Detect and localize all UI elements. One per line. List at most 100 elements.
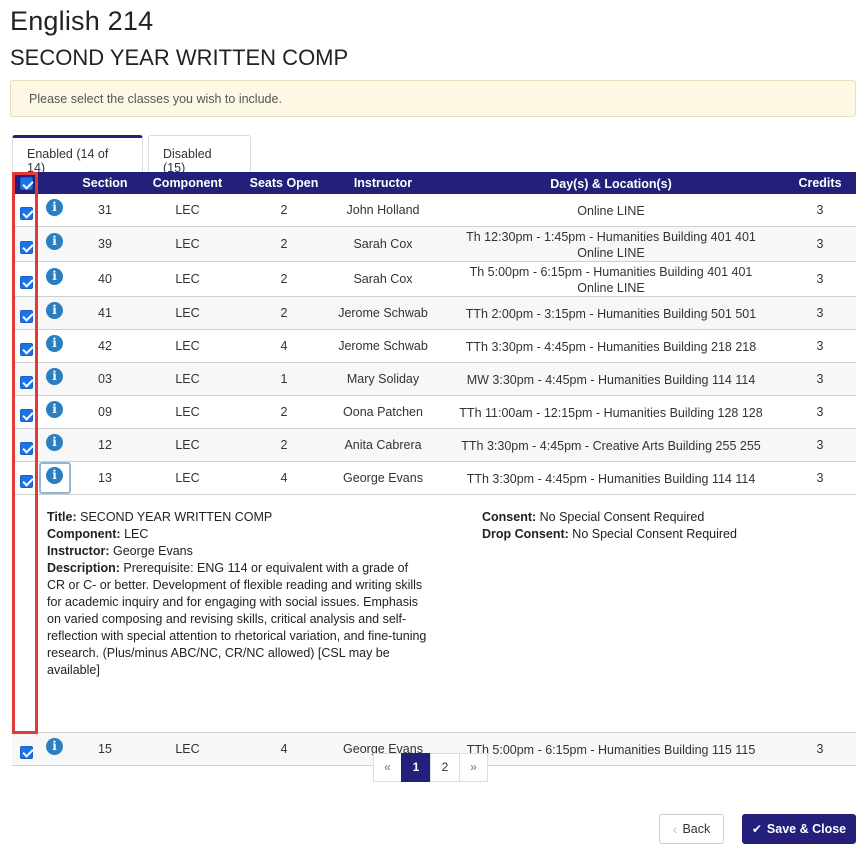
- row-days-locations: TTh 2:00pm - 3:15pm - Humanities Buildin…: [433, 306, 789, 322]
- row-select-checkbox[interactable]: [20, 408, 33, 422]
- row-section: 42: [98, 338, 112, 353]
- row-days-locations: TTh 3:30pm - 4:45pm - Creative Arts Buil…: [433, 438, 789, 454]
- row-section: 31: [98, 202, 112, 217]
- days-location-line: TTh 3:30pm - 4:45pm - Humanities Buildin…: [465, 339, 757, 354]
- detail-left: Title: SECOND YEAR WRITTEN COMP Component…: [47, 509, 427, 679]
- row-instructor: George Evans: [343, 470, 423, 485]
- row-select-checkbox[interactable]: [20, 240, 33, 254]
- header-credits[interactable]: Credits: [789, 176, 851, 190]
- detail-description-label: Description:: [47, 561, 120, 575]
- pagination-page-1[interactable]: 1: [401, 753, 431, 782]
- back-button[interactable]: ‹ Back: [659, 814, 724, 844]
- row-credits: 3: [816, 741, 824, 756]
- tab-disabled[interactable]: Disabled (15): [148, 135, 251, 175]
- pagination-next[interactable]: »: [459, 753, 488, 782]
- row-component: LEC: [175, 202, 200, 217]
- row-select-checkbox[interactable]: [20, 474, 33, 488]
- days-location-line: Online LINE: [577, 245, 645, 260]
- row-select-checkbox[interactable]: [20, 375, 33, 389]
- row-seats-open: 2: [280, 404, 288, 419]
- row-instructor: Sarah Cox: [353, 271, 413, 286]
- row-seats-open: 1: [280, 371, 288, 386]
- pagination: « 1 2 »: [373, 753, 488, 782]
- detail-title-value: SECOND YEAR WRITTEN COMP: [76, 510, 273, 524]
- detail-drop-consent-value: No Special Consent Required: [568, 527, 737, 541]
- row-days-locations: Online LINE: [433, 203, 789, 219]
- row-component: LEC: [175, 271, 200, 286]
- back-button-label: Back: [682, 822, 711, 836]
- info-icon[interactable]: i: [46, 267, 63, 285]
- detail-consent-value: No Special Consent Required: [536, 510, 705, 524]
- info-icon[interactable]: i: [46, 198, 63, 216]
- table-row: i 09 LEC 2 Oona Patchen 3 TTh 11:00am - 12:15p…: [12, 396, 856, 429]
- row-credits: 3: [816, 271, 824, 286]
- row-section: 03: [98, 371, 112, 386]
- row-select-checkbox[interactable]: [20, 342, 33, 356]
- row-select-checkbox[interactable]: [20, 745, 33, 759]
- row-days-locations: TTh 3:30pm - 4:45pm - Humanities Buildin…: [433, 471, 789, 487]
- info-icon[interactable]: i: [46, 400, 63, 418]
- save-close-button[interactable]: ✔ Save & Close: [742, 814, 856, 844]
- table-row: i 12 LEC 2 Anita Cabrera 3 TTh 3:30pm - 4:45pm…: [12, 429, 856, 462]
- row-seats-open: 4: [280, 338, 288, 353]
- checkmark-icon: ✔: [751, 822, 762, 836]
- info-icon[interactable]: i: [46, 301, 63, 319]
- table-row: i 41 LEC 2 Jerome Schwab 3 TTh 2:00pm - 3:15pm…: [12, 297, 856, 330]
- detail-instructor-label: Instructor:: [47, 544, 110, 558]
- detail-component: Component: LEC: [47, 526, 427, 543]
- row-seats-open: 2: [280, 202, 288, 217]
- info-icon[interactable]: i: [46, 737, 63, 755]
- row-instructor: Sarah Cox: [353, 236, 413, 251]
- info-icon[interactable]: i: [46, 367, 63, 385]
- header-days-locations[interactable]: Day(s) & Location(s): [433, 176, 789, 192]
- detail-consent: Consent: No Special Consent Required: [482, 509, 842, 526]
- detail-component-value: LEC: [120, 527, 149, 541]
- table-header: Section Component Seats Open Instructor …: [12, 172, 856, 194]
- row-section: 09: [98, 404, 112, 419]
- row-credits: 3: [816, 236, 824, 251]
- info-icon[interactable]: i: [46, 232, 63, 250]
- header-seats-open[interactable]: Seats Open: [235, 176, 333, 190]
- row-credits: 3: [816, 470, 824, 485]
- row-component: LEC: [175, 741, 200, 756]
- row-select-checkbox[interactable]: [20, 206, 33, 220]
- header-section[interactable]: Section: [70, 176, 140, 190]
- info-icon[interactable]: i: [46, 334, 63, 352]
- header-component[interactable]: Component: [140, 176, 235, 190]
- detail-description-value: Prerequisite: ENG 114 or equivalent with…: [47, 561, 427, 677]
- row-instructor: John Holland: [346, 202, 420, 217]
- class-detail-panel: Title: SECOND YEAR WRITTEN COMP Component…: [12, 495, 856, 733]
- row-component: LEC: [175, 236, 200, 251]
- row-seats-open: 2: [280, 271, 288, 286]
- notice-banner: Please select the classes you wish to in…: [10, 80, 856, 117]
- header-instructor[interactable]: Instructor: [333, 176, 433, 190]
- row-instructor: Mary Soliday: [346, 371, 420, 386]
- save-close-button-label: Save & Close: [766, 822, 847, 836]
- row-credits: 3: [816, 437, 824, 452]
- select-all-checkbox[interactable]: [20, 177, 33, 190]
- row-select-checkbox[interactable]: [20, 275, 33, 289]
- info-icon[interactable]: i: [46, 466, 63, 484]
- row-select-checkbox[interactable]: [20, 441, 33, 455]
- row-section: 13: [98, 470, 112, 485]
- detail-description: Description: Prerequisite: ENG 114 or eq…: [47, 560, 427, 679]
- table-row: i 03 LEC 1 Mary Soliday 3 MW 3:30pm - 4:45pm -…: [12, 363, 856, 396]
- row-seats-open: 4: [280, 741, 288, 756]
- table-row: i 42 LEC 4 Jerome Schwab 3 TTh 3:30pm - 4:45pm…: [12, 330, 856, 363]
- table-row: i 39 LEC 2 Sarah Cox 3 Th 12:30pm - 1:45pm - H…: [12, 227, 856, 262]
- tab-enabled[interactable]: Enabled (14 of 14): [12, 135, 143, 175]
- pagination-prev[interactable]: «: [373, 753, 402, 782]
- row-section: 40: [98, 271, 112, 286]
- table-row: i 40 LEC 2 Sarah Cox 3 Th 5:00pm - 6:15pm - Hu…: [12, 262, 856, 297]
- row-seats-open: 2: [280, 236, 288, 251]
- row-select-checkbox[interactable]: [20, 309, 33, 323]
- info-icon[interactable]: i: [46, 433, 63, 451]
- row-seats-open: 4: [280, 470, 288, 485]
- pagination-page-2[interactable]: 2: [430, 753, 460, 782]
- row-credits: 3: [816, 338, 824, 353]
- row-section: 15: [98, 741, 112, 756]
- course-title: SECOND YEAR WRITTEN COMP: [10, 45, 349, 70]
- days-location-line: TTh 11:00am - 12:15pm - Humanities Build…: [459, 405, 763, 420]
- row-component: LEC: [175, 470, 200, 485]
- row-credits: 3: [816, 202, 824, 217]
